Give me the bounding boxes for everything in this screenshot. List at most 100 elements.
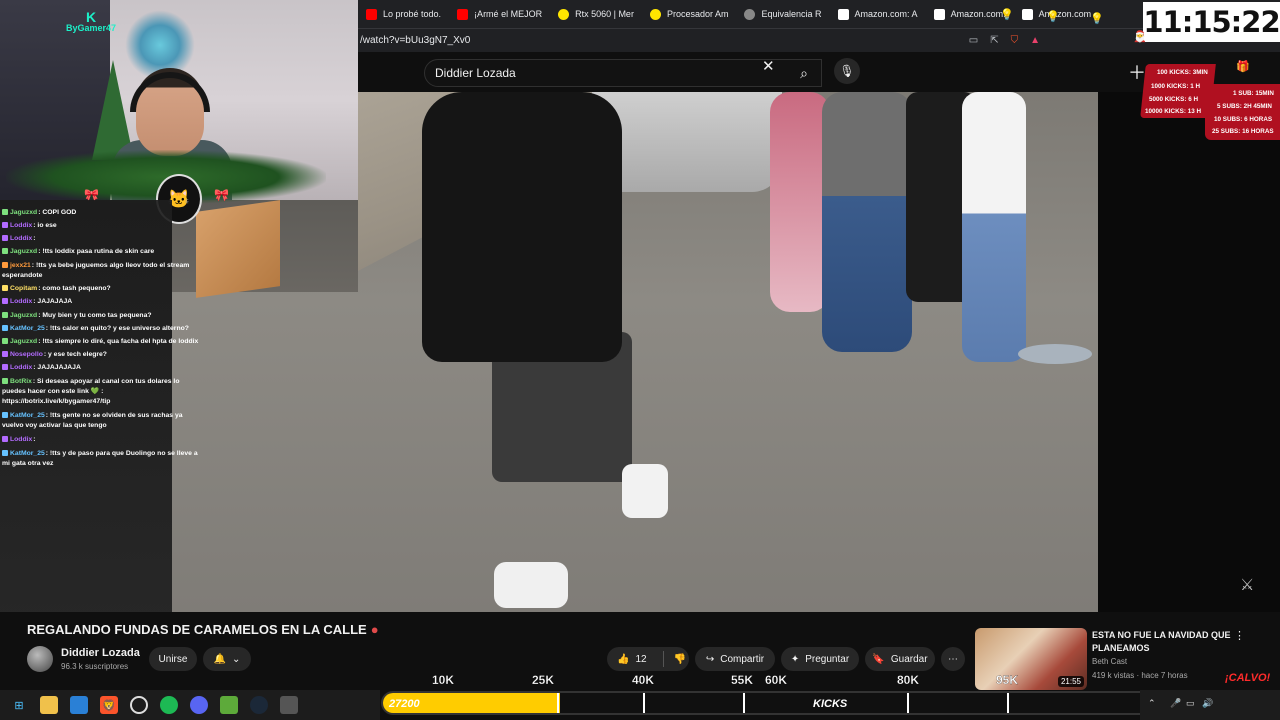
chat-username[interactable]: KatMor_25 <box>10 325 45 332</box>
video-child-white-shirt <box>962 92 1026 362</box>
chat-message: Loddix: JAJAJAJAJA <box>2 363 202 373</box>
sub-goal-2: 10 SUBS: 6 HORAS <box>1214 116 1273 123</box>
lights-icon: 💡 <box>1046 11 1060 23</box>
search-icon: ⌕ <box>800 64 808 81</box>
chat-text: : <box>33 235 36 242</box>
kick-goal-label: 60K <box>765 673 788 687</box>
bookmark-4[interactable]: Equivalencia R <box>736 0 829 28</box>
chat-message: Jaguzxd: Muy bien y tu como tas pequena? <box>2 311 202 321</box>
thumbs-down-icon[interactable]: 👎 <box>674 654 686 665</box>
ask-button[interactable]: ✦ Preguntar <box>781 647 859 671</box>
kick-goal-label: 10K <box>432 673 455 687</box>
calculator-icon[interactable] <box>280 696 298 714</box>
chat-username[interactable]: KatMor_25 <box>10 450 45 457</box>
channel-watermark-icon: ⚔ <box>1240 577 1255 594</box>
sub-goal-1: 5 SUBS: 2H 45MIN <box>1217 103 1272 110</box>
microphone-icon[interactable]: 🎤 <box>1170 698 1181 709</box>
chat-platform-icon <box>2 209 8 216</box>
chat-username[interactable]: KatMor_25 <box>10 412 45 419</box>
channel-subscribers: 96.3 k suscriptores <box>61 662 129 671</box>
channel-name[interactable]: Diddier Lozada <box>61 647 140 659</box>
chat-username[interactable]: Loddix <box>10 235 32 242</box>
chat-platform-icon <box>2 285 8 292</box>
like-count: 12 <box>635 653 647 665</box>
bookmark-0[interactable]: Lo probé todo. <box>358 0 449 28</box>
kick-current: 27200 <box>389 698 420 710</box>
chevron-down-icon: ⌄ <box>232 653 241 665</box>
url-text[interactable]: /watch?v=bUu3gN7_Xv0 <box>358 35 969 46</box>
minecraft-icon[interactable] <box>220 696 238 714</box>
share-button[interactable]: ↪ Compartir <box>695 647 775 671</box>
mic-icon: 🎙 <box>839 64 855 78</box>
chat-username[interactable]: jexx21 <box>10 262 31 269</box>
chat-username[interactable]: Jaguzxd <box>10 209 37 216</box>
bookmark-1[interactable]: ¡Armé el MEJOR <box>449 0 550 28</box>
screen-cast-icon[interactable]: ▭ <box>969 35 978 46</box>
chat-username[interactable]: Jaguzxd <box>10 338 37 345</box>
chat-text: : io ese <box>33 222 57 229</box>
bookmark-3[interactable]: Procesador Am <box>642 0 737 28</box>
chat-platform-icon <box>2 235 8 242</box>
recommended-thumbnail[interactable]: 21:55 <box>975 628 1087 690</box>
share-icon[interactable]: ⇱ <box>990 35 998 46</box>
system-tray: ⌃ 🎤 ▭ 🔊 <box>1140 690 1280 720</box>
bookmark-5[interactable]: Amazon.com: A <box>830 0 926 28</box>
brave-rewards-icon[interactable]: ▲ <box>1030 35 1040 46</box>
monitor-icon[interactable]: ▭ <box>1186 698 1195 709</box>
video-duration: 21:55 <box>1057 676 1084 687</box>
video-shoe <box>494 562 568 608</box>
discord-icon[interactable] <box>190 696 208 714</box>
brave-browser-icon[interactable]: 🦁 <box>100 696 118 714</box>
chat-username[interactable]: Loddix <box>10 436 32 443</box>
volume-icon[interactable]: 🔊 <box>1202 698 1213 709</box>
chat-username[interactable]: Loddix <box>10 364 32 371</box>
chat-platform-icon <box>2 248 8 255</box>
spotify-icon[interactable] <box>160 696 178 714</box>
voice-search-button[interactable]: 🎙 <box>834 58 860 84</box>
brave-shield-icon[interactable]: ⛉ <box>1011 35 1019 46</box>
lights-icon: 💡 <box>1090 13 1104 25</box>
obs-icon[interactable] <box>130 696 148 714</box>
chat-platform-icon <box>2 378 8 385</box>
like-button[interactable]: 👍 12 👎 <box>607 647 689 671</box>
kick-goal-label: 95K <box>996 673 1019 687</box>
save-button[interactable]: 🔖 Guardar <box>865 647 935 671</box>
chat-username[interactable]: Nosepollo <box>10 351 43 358</box>
chat-message: Jaguzxd: !tts siempre lo diré, qua facha… <box>2 337 202 347</box>
recommended-channel[interactable]: Beth Cast <box>1092 657 1127 666</box>
windows-start-icon[interactable]: ⊞ <box>10 696 28 714</box>
chat-platform-icon <box>2 312 8 319</box>
youtube-header: Diddier Lozada ✕ ⌕ 🎙 ＋ <box>358 52 1280 92</box>
kick-goal-0: 100 KICKS: 3MIN <box>1157 69 1208 76</box>
steam-icon[interactable] <box>250 696 268 714</box>
chat-message: Loddix: <box>2 435 202 445</box>
chat-platform-icon <box>2 436 8 443</box>
file-explorer-icon[interactable] <box>40 696 58 714</box>
bookmark-2[interactable]: Rtx 5060 | Mer <box>550 0 642 28</box>
chevron-up-icon[interactable]: ⌃ <box>1148 698 1156 709</box>
mercadolibre-icon <box>649 8 661 20</box>
bow-icon: 🎀 <box>214 188 229 202</box>
chat-message: BotRix: Si deseas apoyar al canal con tu… <box>2 377 202 407</box>
bookmark-icon: 🔖 <box>872 653 885 665</box>
chat-username[interactable]: Jaguzxd <box>10 312 37 319</box>
chat-username[interactable]: BotRix <box>10 378 32 385</box>
notifications-button[interactable]: 🔔 ⌄ <box>203 647 251 671</box>
chat-username[interactable]: Loddix <box>10 298 32 305</box>
chat-username[interactable]: Loddix <box>10 222 32 229</box>
more-horizontal-icon: ⋯ <box>948 653 958 665</box>
join-button[interactable]: Unirse <box>149 647 197 671</box>
candy-icon: ● <box>370 622 379 637</box>
photos-icon[interactable] <box>70 696 88 714</box>
chat-username[interactable]: Jaguzxd <box>10 248 37 255</box>
divider <box>662 651 664 667</box>
kick-goal-3: 10000 KICKS: 13 H <box>1145 108 1201 115</box>
more-vertical-icon[interactable]: ⋮ <box>1234 629 1245 642</box>
more-actions-button[interactable]: ⋯ <box>941 647 965 671</box>
chat-text: : JAJAJAJAJA <box>33 364 81 371</box>
chat-username[interactable]: Copitam <box>10 285 37 292</box>
close-icon[interactable]: ✕ <box>762 57 775 75</box>
search-button[interactable]: ⌕ <box>786 59 822 87</box>
recommended-title[interactable]: ESTA NO FUE LA NAVIDAD QUE PLANEAMOS <box>1092 629 1232 655</box>
avatar[interactable] <box>27 646 53 672</box>
